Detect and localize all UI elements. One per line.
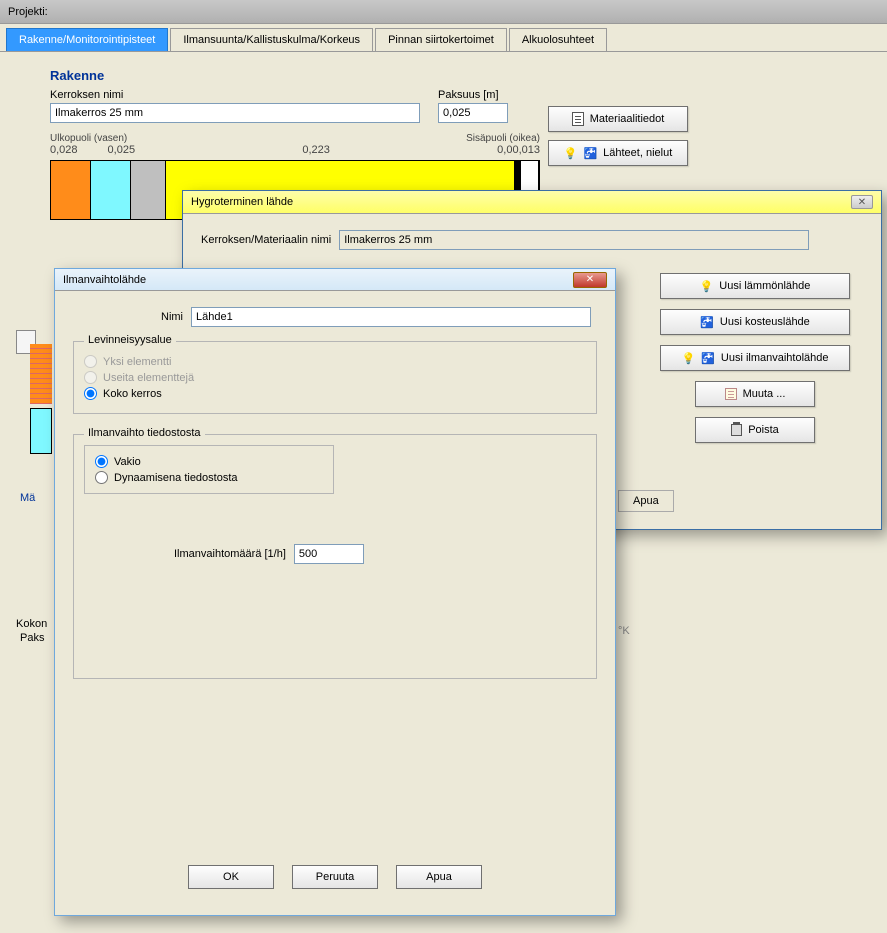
tab-rakenne[interactable]: Rakenne/Monitorointipisteet [6,28,168,51]
spread-opt-all[interactable]: Koko kerros [84,387,586,400]
layer-name-input[interactable] [50,103,420,123]
document-icon [572,112,584,126]
air-rate-input[interactable] [294,544,364,564]
mini-orange-strip [30,344,52,404]
window-title: Projekti: [0,0,887,24]
delete-button[interactable]: Poista [695,417,815,443]
partial-label-ma: Mä [20,492,35,504]
source-legend: Ilmanvaihto tiedostosta [84,427,205,439]
bulb-icon: 💡 [564,147,578,160]
hygro-title-bar[interactable]: Hygroterminen lähde ✕ [183,191,881,214]
edit-label: Muuta ... [743,388,786,400]
air-title-bar[interactable]: Ilmanvaihtolähde ✕ [55,269,615,291]
tab-ilmansuunta[interactable]: Ilmansuunta/Kallistuskulma/Korkeus [170,28,373,51]
section-title: Rakenne [50,68,867,83]
new-moisture-button[interactable]: 🚰 Uusi kosteuslähde [660,309,850,335]
spread-opt-many: Useita elementtejä [84,371,586,384]
new-air-button[interactable]: 💡 🚰 Uusi ilmanvaihtolähde [660,345,850,371]
source-opt-file-label: Dynaamisena tiedostosta [114,472,238,484]
side-buttons-top: Materiaalitiedot 💡 🚰 Lähteet, nielut [548,106,688,166]
edit-button[interactable]: Muuta ... [695,381,815,407]
tab-pinnan[interactable]: Pinnan siirtokertoimet [375,28,507,51]
trash-icon [731,424,742,436]
cancel-button[interactable]: Peruuta [292,865,378,889]
spread-opt-one: Yksi elementti [84,355,586,368]
spread-opt-one-label: Yksi elementti [103,356,171,368]
source-radio-const[interactable] [95,455,108,468]
drop-icon: 🚰 [701,352,715,365]
new-air-label: Uusi ilmanvaihtolähde [721,352,829,364]
spread-radio-one [84,355,97,368]
material-button[interactable]: Materiaalitiedot [548,106,688,132]
new-moisture-label: Uusi kosteuslähde [720,316,810,328]
air-name-input[interactable] [191,307,591,327]
thickness-input[interactable] [438,103,508,123]
delete-label: Poista [748,424,779,436]
layer-name-label: Kerroksen nimi [50,89,420,101]
layer-cyan [91,161,131,219]
spread-radio-all[interactable] [84,387,97,400]
drop-icon: 🚰 [700,316,714,329]
hygro-title-text: Hygroterminen lähde [191,196,293,208]
air-rate-label: Ilmanvaihtomäärä [1/h] [174,548,286,560]
spread-opt-many-label: Useita elementtejä [103,372,194,384]
hygro-close-icon[interactable]: ✕ [851,195,873,209]
outside-label: Ulkopuoli (vasen) [50,133,127,144]
mini-cyan-strip [30,408,52,454]
source-opt-file[interactable]: Dynaamisena tiedostosta [95,471,323,484]
material-button-label: Materiaalitiedot [590,113,665,125]
air-name-label: Nimi [143,311,183,323]
thickness-label: Paksuus [m] [438,89,508,101]
spread-opt-all-label: Koko kerros [103,388,162,400]
source-radio-file[interactable] [95,471,108,484]
new-heat-label: Uusi lämmönlähde [719,280,810,292]
spread-radio-many [84,371,97,384]
sources-button[interactable]: 💡 🚰 Lähteet, nielut [548,140,688,166]
partial-degree: °K [618,625,630,637]
hygro-material-input[interactable] [339,230,809,250]
tabs-row: Rakenne/Monitorointipisteet Ilmansuunta/… [0,24,887,52]
inside-label: Sisäpuoli (oikea) [466,133,540,144]
air-title-text: Ilmanvaihtolähde [63,274,146,286]
partial-label-kokon: Kokon [16,618,47,630]
partial-label-paks: Paks [20,632,44,644]
sources-button-label: Lähteet, nielut [603,147,672,159]
source-opt-const[interactable]: Vakio [95,455,323,468]
hygro-side-buttons: 💡 Uusi lämmönlähde 🚰 Uusi kosteuslähde 💡… [660,273,850,443]
hygro-help-button[interactable]: Apua [618,490,674,512]
scale-left-1: 0,028 [50,144,78,156]
air-dialog-buttons: OK Peruuta Apua [73,855,597,903]
new-heat-button[interactable]: 💡 Uusi lämmönlähde [660,273,850,299]
layer-orange [51,161,91,219]
edit-icon [725,388,737,400]
bulb-icon: 💡 [681,352,695,365]
air-dialog: Ilmanvaihtolähde ✕ Nimi Levinneisyysalue… [54,268,616,916]
ok-button[interactable]: OK [188,865,274,889]
source-opt-const-label: Vakio [114,456,141,468]
tab-alkuolosuhteet[interactable]: Alkuolosuhteet [509,28,607,51]
spread-legend: Levinneisyysalue [84,334,176,346]
scale-left-2: 0,025 [108,144,136,156]
layer-gray [131,161,166,219]
hygro-field-label: Kerroksen/Materiaalin nimi [201,234,331,246]
scale-mid: 0,223 [302,144,330,156]
air-close-icon[interactable]: ✕ [573,272,607,288]
help-button[interactable]: Apua [396,865,482,889]
bulb-icon: 💡 [700,280,714,293]
drop-icon: 🚰 [583,147,597,160]
scale-right: 0,00,013 [497,144,540,156]
